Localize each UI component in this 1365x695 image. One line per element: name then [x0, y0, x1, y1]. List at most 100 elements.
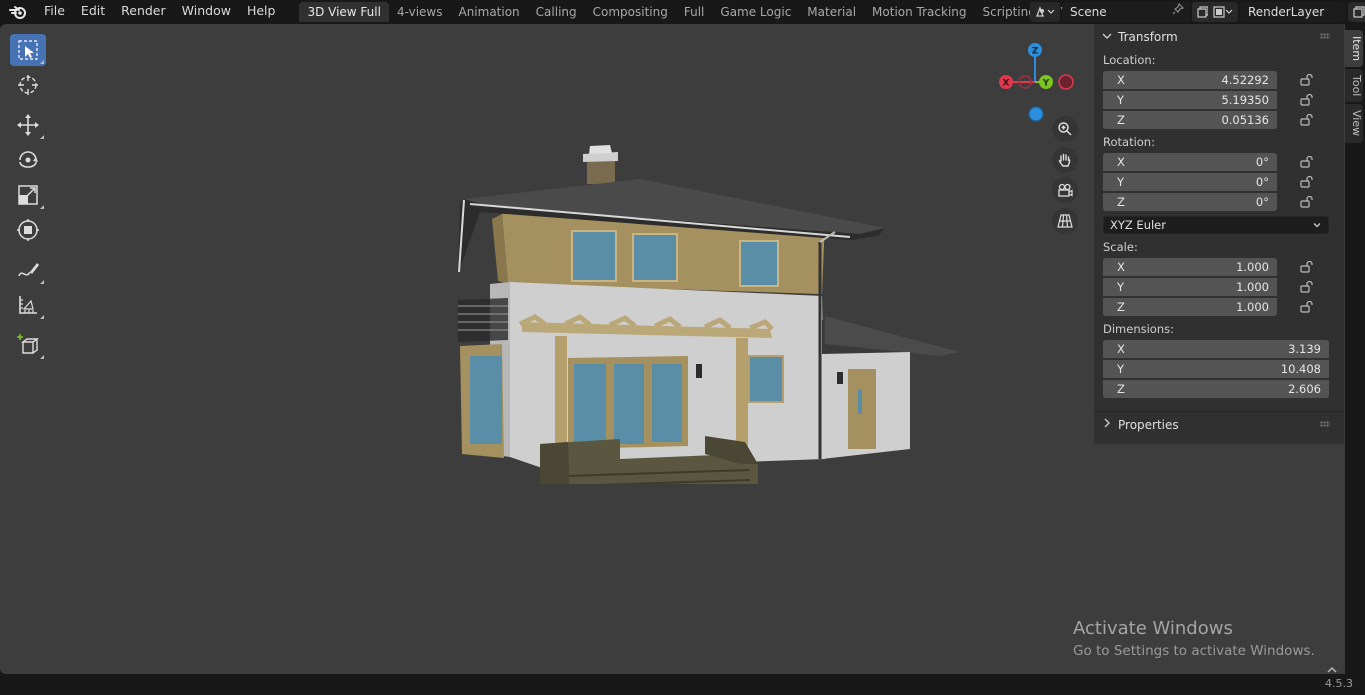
- tab-material[interactable]: Material: [799, 2, 864, 22]
- tab-full[interactable]: Full: [676, 2, 713, 22]
- transform-icon: [17, 219, 39, 241]
- field-value: 4.52292: [1221, 73, 1269, 87]
- measure-tool[interactable]: [10, 289, 46, 321]
- menu-edit[interactable]: Edit: [73, 0, 113, 24]
- pin-icon[interactable]: [1172, 2, 1185, 22]
- view-layer-browse-button[interactable]: [1208, 2, 1238, 22]
- house-3d-model[interactable]: [440, 124, 980, 484]
- rotation-mode-dropdown[interactable]: XYZ Euler: [1103, 216, 1329, 234]
- menu-render[interactable]: Render: [113, 0, 174, 24]
- add-cube-icon: [17, 334, 40, 354]
- perspective-toggle-button[interactable]: [1052, 207, 1078, 234]
- tab-compositing[interactable]: Compositing: [585, 2, 676, 22]
- lock-icon[interactable]: [1299, 259, 1315, 275]
- rotation-y-field[interactable]: Y 0°: [1103, 173, 1277, 191]
- hand-icon: [1058, 153, 1071, 167]
- version-label: 4.5.3: [1325, 677, 1353, 690]
- menu-file[interactable]: File: [36, 0, 73, 24]
- move-tool[interactable]: [10, 109, 46, 141]
- lock-icon[interactable]: [1299, 154, 1315, 170]
- axis-label: Z: [1117, 113, 1125, 127]
- add-cube-tool[interactable]: [10, 329, 46, 361]
- axis-label: X: [1117, 155, 1125, 169]
- zoom-button[interactable]: [1052, 116, 1078, 142]
- chevron-right-icon: [1102, 418, 1114, 431]
- transform-tool[interactable]: [10, 214, 46, 246]
- blender-logo-icon[interactable]: [0, 0, 36, 24]
- pan-button[interactable]: [1052, 146, 1078, 173]
- rotate-icon: [19, 151, 38, 168]
- field-value: 1.000: [1236, 260, 1269, 274]
- rotation-z-field[interactable]: Z 0°: [1103, 193, 1277, 211]
- watermark-title: Activate Windows: [1073, 618, 1233, 639]
- scale-icon: [18, 185, 38, 205]
- neg-z-axis-handle[interactable]: [1028, 106, 1044, 122]
- tab-3d-view-full[interactable]: 3D View Full: [299, 2, 389, 22]
- rotation-x-field[interactable]: X 0°: [1103, 153, 1277, 171]
- move-icon: [17, 114, 39, 136]
- scale-z-field[interactable]: Z 1.000: [1103, 298, 1277, 316]
- workspace-tabs: 3D View Full 4-views Animation Calling C…: [299, 0, 1076, 24]
- menu-help[interactable]: Help: [239, 0, 284, 24]
- drag-grip-icon[interactable]: [1320, 421, 1330, 427]
- dimensions-y-field[interactable]: Y 10.408: [1103, 360, 1329, 378]
- axis-label: Y: [1117, 362, 1125, 376]
- scene-browse-button[interactable]: [1030, 2, 1060, 22]
- dimensions-x-field[interactable]: X 3.139: [1103, 340, 1329, 358]
- dimensions-z-field[interactable]: Z 2.606: [1103, 380, 1329, 398]
- location-z-field[interactable]: Z 0.05136: [1103, 111, 1277, 129]
- scale-x-field[interactable]: X 1.000: [1103, 258, 1277, 276]
- activate-windows-watermark: Activate Windows Go to Settings to activ…: [1073, 618, 1315, 659]
- select-box-icon: [18, 40, 38, 60]
- properties-title: Properties: [1118, 417, 1179, 432]
- new-view-layer-button[interactable]: [1348, 2, 1365, 22]
- tab-motion-tracking[interactable]: Motion Tracking: [864, 2, 974, 22]
- lock-icon[interactable]: [1299, 92, 1315, 108]
- lock-icon[interactable]: [1299, 72, 1315, 88]
- lock-icon[interactable]: [1299, 299, 1315, 315]
- select-box-tool[interactable]: [10, 34, 46, 66]
- menu-window[interactable]: Window: [174, 0, 239, 24]
- tab-animation[interactable]: Animation: [450, 2, 527, 22]
- drag-grip-icon[interactable]: [1320, 33, 1330, 39]
- cursor-tool[interactable]: [10, 69, 46, 101]
- field-value: 10.408: [1280, 362, 1321, 376]
- chevron-down-icon: [1313, 223, 1321, 228]
- camera-view-button[interactable]: [1052, 177, 1078, 203]
- scene-name-field[interactable]: Scene: [1062, 2, 1190, 22]
- scene-selector: Scene ✕: [1030, 2, 1232, 22]
- tab-tool[interactable]: Tool: [1345, 69, 1363, 103]
- navigation-gizmo[interactable]: Z X Y: [990, 32, 1080, 122]
- field-value: 3.139: [1288, 342, 1321, 356]
- scene-icon: [1036, 6, 1055, 17]
- location-y-field[interactable]: Y 5.19350: [1103, 91, 1277, 109]
- rotate-tool[interactable]: [10, 144, 46, 176]
- view-layer-name-field[interactable]: RenderLayer: [1240, 2, 1346, 22]
- neg-x-axis-handle[interactable]: [1058, 74, 1074, 90]
- scale-tool[interactable]: [10, 179, 46, 211]
- lock-icon[interactable]: [1299, 174, 1315, 190]
- axis-label: Y: [1117, 93, 1125, 107]
- properties-panel-header[interactable]: Properties: [1094, 411, 1344, 437]
- tab-view[interactable]: View: [1345, 104, 1363, 143]
- lock-icon[interactable]: [1299, 112, 1315, 128]
- z-axis-label: Z: [1032, 47, 1039, 57]
- top-bar: File Edit Render Window Help 3D View Ful…: [0, 0, 1365, 24]
- tab-game-logic[interactable]: Game Logic: [712, 2, 799, 22]
- axis-label: X: [1117, 342, 1125, 356]
- lock-icon[interactable]: [1299, 279, 1315, 295]
- location-x-field[interactable]: X 4.52292: [1103, 71, 1277, 89]
- scale-label: Scale:: [1103, 240, 1138, 254]
- measure-icon: [19, 296, 37, 314]
- camera-icon: [1058, 183, 1073, 197]
- tab-calling[interactable]: Calling: [528, 2, 585, 22]
- lock-icon[interactable]: [1299, 194, 1315, 210]
- tab-4-views[interactable]: 4-views: [389, 2, 451, 22]
- annotate-tool[interactable]: [10, 254, 46, 286]
- axis-label: Z: [1117, 195, 1125, 209]
- transform-panel-header[interactable]: Transform: [1094, 24, 1344, 50]
- scale-y-field[interactable]: Y 1.000: [1103, 278, 1277, 296]
- tab-item[interactable]: Item: [1345, 30, 1363, 68]
- zoom-icon: [1058, 122, 1072, 136]
- scene-name: Scene: [1070, 5, 1107, 19]
